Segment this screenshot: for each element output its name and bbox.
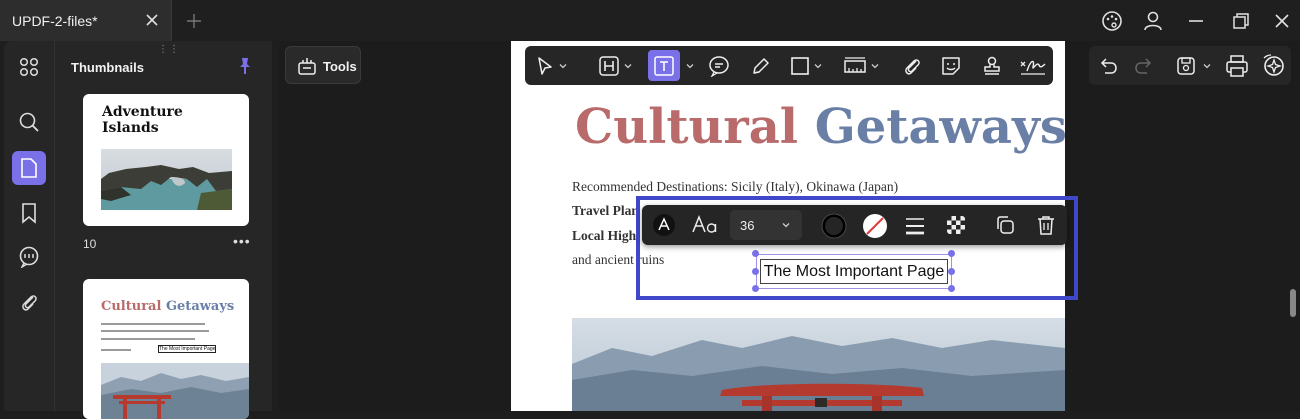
close-icon[interactable] [143, 11, 161, 29]
comment-icon[interactable] [12, 240, 46, 274]
resize-handle[interactable] [752, 285, 759, 292]
rectangle-icon [791, 57, 809, 75]
pencil-icon [753, 58, 769, 74]
close-icon[interactable] [1271, 10, 1293, 32]
opacity-icon[interactable] [946, 215, 966, 235]
grid-icon[interactable] [12, 50, 46, 84]
minimize-icon[interactable] [1185, 10, 1207, 32]
torii-photo[interactable] [572, 318, 1065, 411]
toolbox-icon [297, 56, 317, 76]
comment-icon [709, 56, 729, 77]
resize-handle[interactable] [752, 250, 759, 257]
line-weight-icon[interactable] [904, 215, 926, 237]
resize-handle[interactable] [752, 268, 759, 275]
save-icon[interactable] [1175, 55, 1197, 77]
right-toolbar [1089, 46, 1291, 85]
attach-tool[interactable] [901, 54, 923, 78]
chevron-down-icon[interactable] [1203, 62, 1211, 70]
user-icon[interactable] [1142, 10, 1164, 32]
font-size-value: 36 [740, 218, 755, 233]
scrollbar-thumb[interactable] [1290, 289, 1296, 317]
page-number: 10 [83, 237, 97, 251]
signature-icon [1020, 60, 1046, 75]
more-icon[interactable]: ••• [233, 233, 251, 249]
document-title[interactable]: Cultural Getaways [575, 99, 1065, 155]
title-bar: UPDF-2-files* [0, 0, 1300, 41]
redo-icon[interactable] [1133, 55, 1155, 77]
ai-assistant-icon[interactable] [1261, 53, 1287, 79]
stamp-icon [984, 56, 1000, 75]
palette-icon[interactable] [1101, 10, 1123, 32]
text-line [101, 338, 195, 340]
chevron-down-icon [871, 64, 879, 69]
textbox-content[interactable]: The Most Important Page [760, 259, 948, 284]
page-thumbnail[interactable]: Adventure Islands [83, 94, 249, 226]
text-line [101, 323, 205, 325]
document-line[interactable]: Local High [572, 228, 636, 244]
search-icon[interactable] [12, 105, 46, 139]
thumbnail-textbox: The Most Important Page [158, 345, 216, 353]
undo-icon[interactable] [1097, 55, 1119, 77]
resize-handle[interactable] [948, 250, 955, 257]
text-tool[interactable] [648, 50, 680, 81]
duplicate-icon[interactable] [994, 214, 1016, 236]
panel-title: Thumbnails [71, 60, 144, 75]
paperclip-icon [905, 59, 920, 75]
resize-handle[interactable] [948, 285, 955, 292]
tab-title: UPDF-2-files* [12, 13, 98, 29]
text-format-toolbar: 36 [642, 205, 1067, 245]
thumbnail-title: Adventure Islands [102, 104, 183, 136]
resize-handle[interactable] [948, 268, 955, 275]
select-tool[interactable] [535, 54, 567, 78]
thumbnails-panel: ⋮⋮ Thumbnails Adventure Islands 10 ••• C… [54, 41, 272, 419]
thumbnail-title: Cultural Getaways [101, 299, 235, 314]
text-line [101, 349, 131, 351]
textbox-icon [654, 55, 674, 76]
sticker-tool[interactable] [940, 54, 962, 78]
resize-grip[interactable]: ⋮⋮ [158, 44, 180, 55]
chevron-down-icon [782, 221, 790, 229]
tools-label: Tools [323, 59, 357, 74]
font-family-icon[interactable] [692, 214, 718, 236]
chevron-down-icon [559, 64, 567, 69]
chevron-down-icon [624, 64, 632, 69]
tools-button[interactable]: Tools [285, 46, 361, 84]
paperclip-icon[interactable] [12, 285, 46, 319]
document-line[interactable]: Recommended Destinations: Sicily (Italy)… [572, 179, 898, 195]
island-photo [101, 149, 232, 210]
trash-icon[interactable] [1035, 214, 1057, 236]
cursor-icon [538, 57, 552, 75]
annotation-toolbar [525, 46, 1053, 85]
document-tab[interactable]: UPDF-2-files* [0, 0, 172, 41]
shape-tool[interactable] [790, 54, 822, 78]
ruler-icon [844, 57, 866, 73]
font-color-icon[interactable] [652, 213, 676, 237]
chevron-down-icon [814, 64, 822, 69]
page-thumbnail[interactable]: Cultural Getaways The Most Important Pag… [83, 279, 249, 419]
stamp-tool[interactable] [981, 54, 1003, 78]
print-icon[interactable] [1225, 54, 1249, 78]
left-rail [4, 41, 54, 411]
highlight-tool[interactable] [598, 54, 632, 78]
text-line [101, 330, 209, 332]
measure-tool[interactable] [843, 54, 879, 78]
fill-color-icon[interactable] [862, 213, 888, 239]
restore-icon[interactable] [1230, 10, 1252, 32]
text-tool-menu[interactable] [682, 54, 694, 78]
border-color-icon[interactable] [821, 213, 847, 239]
document-line[interactable]: Travel Plan [572, 203, 639, 219]
sticker-icon [942, 57, 960, 75]
highlight-icon [599, 56, 619, 76]
page-icon[interactable] [12, 151, 46, 185]
signature-tool[interactable] [1019, 54, 1047, 78]
comment-tool[interactable] [708, 54, 730, 78]
plus-icon[interactable] [185, 12, 203, 30]
font-size-select[interactable]: 36 [730, 210, 802, 240]
bookmark-icon[interactable] [12, 196, 46, 230]
pencil-tool[interactable] [750, 54, 772, 78]
pin-icon[interactable] [235, 56, 255, 76]
chevron-down-icon [686, 64, 694, 69]
